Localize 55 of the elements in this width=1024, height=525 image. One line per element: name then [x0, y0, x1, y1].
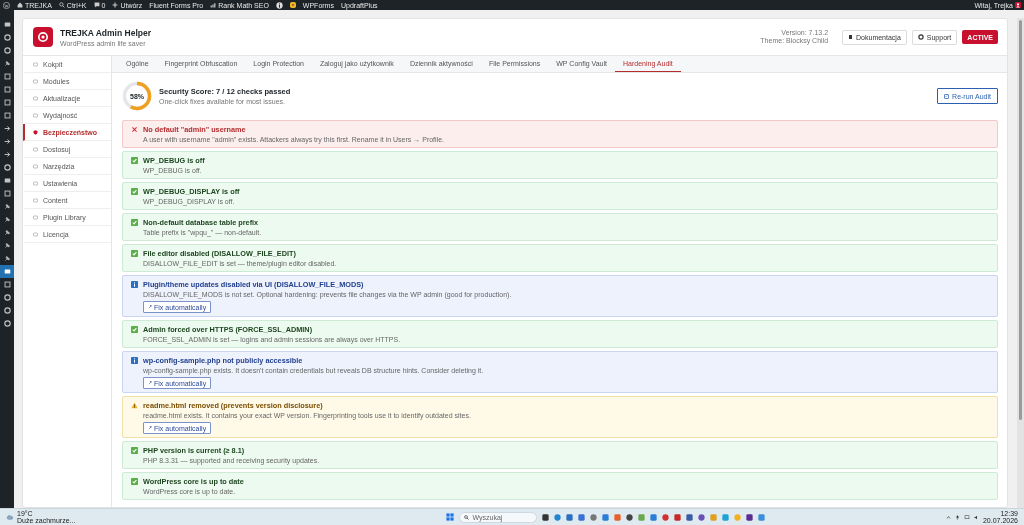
menu-icon	[3, 229, 11, 236]
search-icon	[464, 514, 470, 520]
plus-icon	[112, 2, 119, 8]
checkmark-icon	[131, 447, 138, 454]
shield-icon	[33, 129, 38, 135]
menu-icon	[33, 95, 38, 101]
cross-icon	[131, 126, 138, 133]
menu-icon	[33, 163, 38, 169]
checkmark-icon	[131, 157, 138, 164]
alert-badge-icon[interactable]	[289, 0, 296, 10]
menu-icon	[3, 255, 11, 262]
menu-icon	[33, 112, 38, 118]
wordpress-logo-icon[interactable]	[3, 1, 10, 9]
checkmark-icon	[131, 219, 138, 226]
menu-icon	[33, 146, 38, 152]
info-icon	[131, 357, 138, 364]
menu-icon	[3, 216, 11, 223]
checkmark-icon	[131, 188, 138, 195]
book-icon	[848, 34, 854, 40]
home-icon	[17, 2, 23, 8]
scrollbar[interactable]	[1017, 18, 1024, 508]
menu-icon	[3, 138, 11, 145]
info-icon[interactable]	[275, 1, 283, 9]
checkmark-icon	[131, 478, 138, 485]
plugin-logo	[33, 27, 53, 47]
menu-icon	[3, 151, 11, 158]
chevron-up-icon	[945, 514, 951, 520]
menu-icon	[33, 214, 38, 220]
microphone-icon	[954, 514, 960, 520]
avatar-icon	[1015, 2, 1021, 8]
lifebuoy-icon	[917, 34, 924, 40]
menu-icon	[3, 242, 11, 249]
menu-icon	[33, 78, 38, 84]
bar-chart-icon	[210, 2, 217, 8]
menu-icon	[3, 203, 11, 210]
menu-icon	[33, 231, 38, 237]
menu-icon	[33, 197, 38, 203]
monitor-icon	[963, 514, 970, 520]
speaker-icon	[973, 514, 979, 520]
cloud-icon	[6, 513, 14, 521]
info-icon	[131, 281, 138, 288]
warning-icon	[131, 402, 138, 409]
refresh-icon	[944, 93, 950, 99]
menu-icon	[3, 60, 11, 67]
start-icon[interactable]	[446, 513, 455, 521]
checkmark-icon	[131, 326, 138, 333]
comment-icon	[93, 2, 100, 8]
menu-icon	[3, 125, 11, 132]
score-ring	[122, 81, 152, 111]
menu-icon	[33, 61, 38, 67]
menu-icon	[33, 180, 38, 186]
plugin-title: TREJKA Admin Helper	[60, 27, 151, 38]
checkmark-icon	[131, 250, 138, 257]
search-icon	[58, 2, 65, 8]
admin-menu-item[interactable]	[0, 265, 14, 278]
